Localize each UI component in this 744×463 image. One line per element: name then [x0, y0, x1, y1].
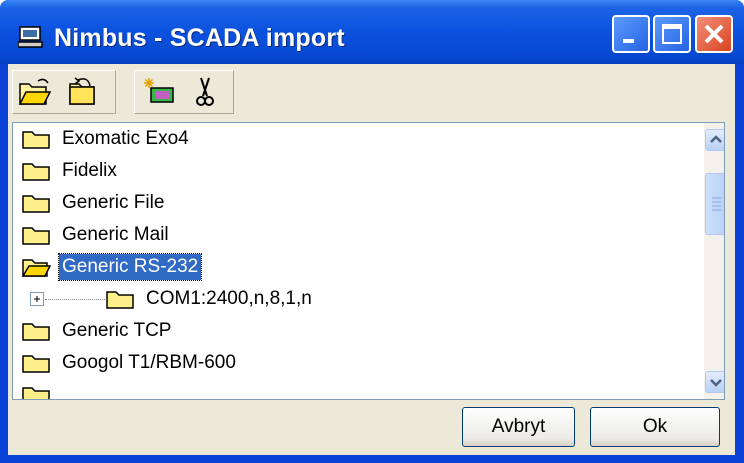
- dialog-body: Exomatic Exo4 Fidelix Generic File Gener…: [8, 64, 735, 455]
- tree-item[interactable]: Googol T1/RBM-600: [13, 347, 239, 379]
- maximize-button[interactable]: [653, 15, 691, 53]
- chevron-down-icon: [710, 379, 722, 387]
- tree-item-partial[interactable]: [13, 379, 51, 399]
- tree-item-label: Generic Mail: [62, 224, 169, 245]
- close-button[interactable]: [695, 15, 733, 53]
- scroll-up-button[interactable]: [705, 129, 724, 151]
- tree-item[interactable]: Generic File: [13, 187, 167, 219]
- tree-item-label: Exomatic Exo4: [62, 128, 189, 149]
- scroll-thumb[interactable]: [705, 173, 724, 235]
- tree-item[interactable]: Generic Mail: [13, 219, 172, 251]
- tree-item[interactable]: Exomatic Exo4: [13, 123, 192, 155]
- toolbar-group-edit: [134, 70, 234, 114]
- tree-item-selected[interactable]: Generic RS-232: [13, 251, 203, 283]
- grip-icon: [712, 197, 721, 211]
- folder-icon: [22, 163, 50, 181]
- title-bar[interactable]: Nimbus - SCADA import: [0, 0, 744, 64]
- minimize-button[interactable]: [612, 15, 650, 53]
- open-folder-icon[interactable]: [16, 74, 52, 110]
- vertical-scrollbar[interactable]: [704, 123, 724, 399]
- folder-icon: [22, 195, 50, 213]
- cut-icon[interactable]: [187, 74, 223, 110]
- window-title: Nimbus - SCADA import: [54, 24, 345, 52]
- tree-item-label: Googol T1/RBM-600: [62, 352, 236, 373]
- tree-item-child[interactable]: COM1:2400,n,8,1,n: [97, 283, 315, 315]
- tree-item[interactable]: Fidelix: [13, 155, 120, 187]
- minimize-icon: [623, 39, 634, 43]
- tree-item-label: COM1:2400,n,8,1,n: [146, 288, 312, 309]
- folder-icon: [22, 323, 50, 341]
- tree-item-label: Generic RS-232: [57, 253, 203, 281]
- tree-connector: [45, 299, 105, 300]
- maximize-icon: [662, 24, 682, 44]
- new-item-icon[interactable]: [141, 74, 177, 110]
- folder-icon: [22, 227, 50, 245]
- tree-item-label: Generic File: [62, 192, 165, 213]
- computer-icon: [18, 26, 43, 48]
- close-icon: [704, 24, 724, 44]
- cancel-button[interactable]: Avbryt: [462, 407, 575, 447]
- dialog-window: Nimbus - SCADA import Exomatic Exo4 Fide…: [0, 0, 744, 463]
- tree-item-label: Fidelix: [62, 160, 117, 181]
- undo-folder-icon[interactable]: [64, 74, 100, 110]
- chevron-up-icon: [710, 135, 722, 143]
- folder-icon: [106, 291, 134, 309]
- scada-tree-view[interactable]: Exomatic Exo4 Fidelix Generic File Gener…: [12, 122, 725, 400]
- tree-item[interactable]: Generic TCP: [13, 315, 174, 347]
- toolbar: [8, 64, 735, 122]
- ok-button[interactable]: Ok: [590, 407, 720, 447]
- tree-item-label: Generic TCP: [62, 320, 172, 341]
- scroll-down-button[interactable]: [705, 371, 724, 393]
- plus-icon: [34, 296, 40, 302]
- toolbar-group-file: [12, 70, 116, 114]
- expand-toggle[interactable]: [30, 292, 44, 306]
- folder-icon: [22, 387, 50, 399]
- open-folder-icon: [21, 259, 51, 277]
- folder-icon: [22, 131, 50, 149]
- folder-icon: [22, 355, 50, 373]
